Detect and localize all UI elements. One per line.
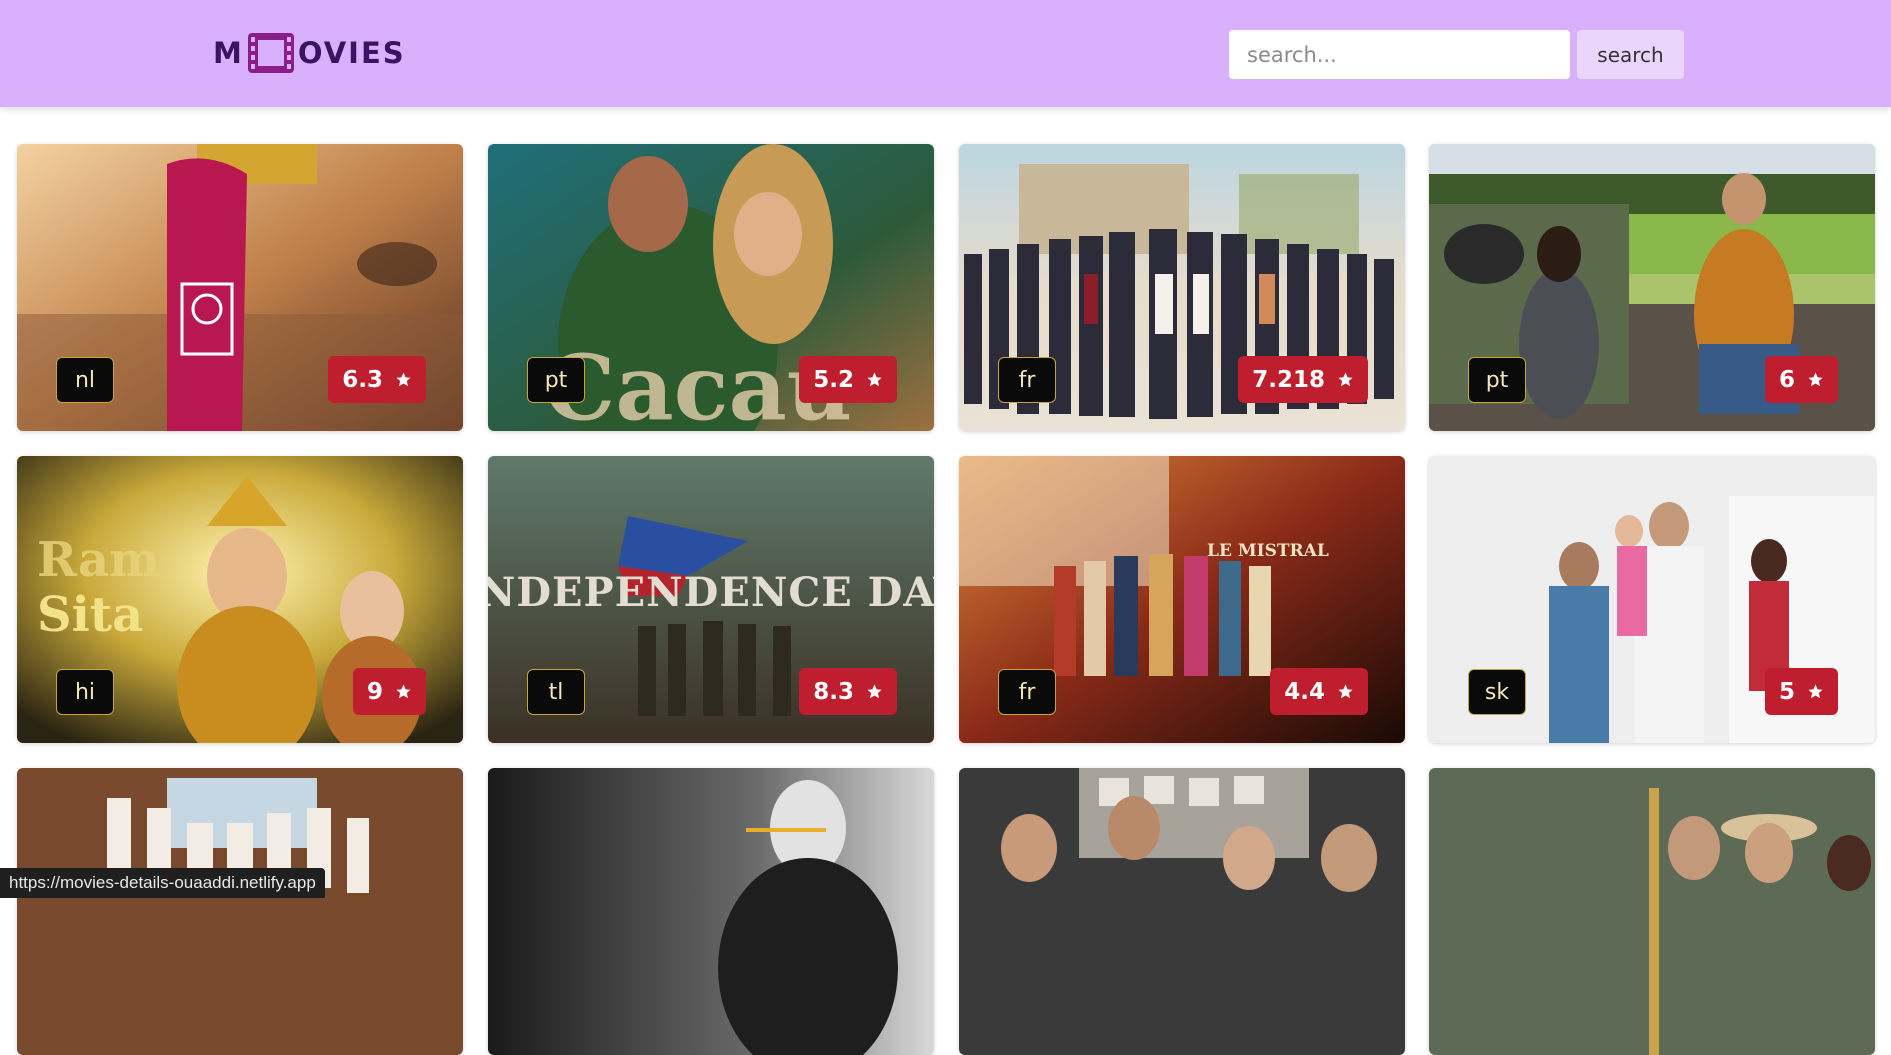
rating-badge: 9 bbox=[352, 668, 426, 715]
movie-card[interactable]: pt 6 bbox=[1429, 144, 1875, 431]
star-icon bbox=[396, 684, 411, 699]
svg-text:Ram: Ram bbox=[37, 532, 160, 588]
rating-badge: 5.2 bbox=[799, 356, 897, 403]
rating-badge: 5 bbox=[1764, 668, 1838, 715]
movie-card[interactable]: nl 6.3 bbox=[17, 144, 463, 431]
movie-card[interactable]: sk 5 bbox=[1429, 456, 1875, 743]
rating-badge: 7.218 bbox=[1238, 356, 1368, 403]
movie-card[interactable] bbox=[959, 768, 1405, 1055]
movie-card[interactable]: Ram Sita hi 9 bbox=[17, 456, 463, 743]
rating-value: 5 bbox=[1778, 678, 1795, 705]
rating-value: 6 bbox=[1778, 366, 1795, 393]
language-badge: sk bbox=[1468, 669, 1526, 715]
rating-badge: 6.3 bbox=[328, 356, 426, 403]
language-badge: fr bbox=[998, 669, 1056, 715]
star-icon bbox=[396, 372, 411, 387]
movie-card[interactable]: LE MISTRAL fr 4.4 bbox=[959, 456, 1405, 743]
star-icon bbox=[1338, 372, 1353, 387]
star-icon bbox=[1808, 684, 1823, 699]
movie-grid: nl 6.3 Cacau pt 5.2 fr 7.218 pt 6 Ram Si… bbox=[0, 0, 1891, 1055]
star-icon bbox=[867, 372, 882, 387]
movie-poster bbox=[17, 768, 463, 1055]
movie-card[interactable]: fr 7.218 bbox=[959, 144, 1405, 431]
rating-badge: 4.4 bbox=[1270, 668, 1368, 715]
rating-value: 5.2 bbox=[813, 366, 854, 393]
rating-value: 9 bbox=[366, 678, 383, 705]
rating-badge: 6 bbox=[1764, 356, 1838, 403]
rating-badge: 8.3 bbox=[799, 668, 897, 715]
svg-text:INDEPENDENCE DAY: INDEPENDENCE DAY bbox=[488, 569, 934, 616]
movie-poster bbox=[959, 768, 1405, 1055]
movie-card[interactable] bbox=[17, 768, 463, 1055]
svg-text:Sita: Sita bbox=[37, 587, 143, 643]
star-icon bbox=[1808, 372, 1823, 387]
svg-text:LE MISTRAL: LE MISTRAL bbox=[1207, 541, 1329, 561]
language-badge: pt bbox=[527, 357, 585, 403]
movie-poster bbox=[1429, 768, 1875, 1055]
status-bar-url: https://movies-details-ouaaddi.netlify.a… bbox=[0, 868, 325, 898]
movie-poster bbox=[488, 768, 934, 1055]
rating-value: 7.218 bbox=[1252, 366, 1325, 393]
rating-value: 8.3 bbox=[813, 678, 854, 705]
star-icon bbox=[1338, 684, 1353, 699]
movie-card[interactable]: Cacau pt 5.2 bbox=[488, 144, 934, 431]
language-badge: hi bbox=[56, 669, 114, 715]
star-icon bbox=[867, 684, 882, 699]
movie-card[interactable]: INDEPENDENCE DAY tl 8.3 bbox=[488, 456, 934, 743]
rating-value: 4.4 bbox=[1284, 678, 1325, 705]
movie-card[interactable] bbox=[1429, 768, 1875, 1055]
language-badge: fr bbox=[998, 357, 1056, 403]
movie-card[interactable] bbox=[488, 768, 934, 1055]
language-badge: pt bbox=[1468, 357, 1526, 403]
rating-value: 6.3 bbox=[342, 366, 383, 393]
language-badge: nl bbox=[56, 357, 114, 403]
language-badge: tl bbox=[527, 669, 585, 715]
